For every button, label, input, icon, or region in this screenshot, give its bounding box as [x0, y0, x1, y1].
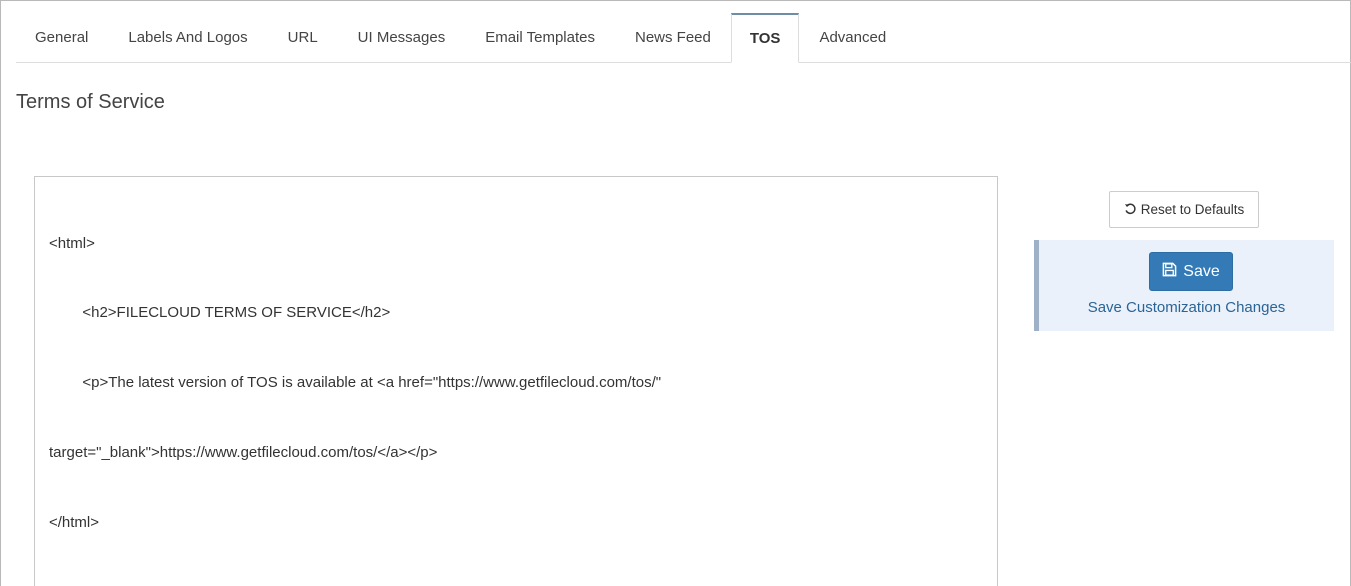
tab-ui-messages[interactable]: UI Messages [338, 13, 466, 62]
tos-html-editor[interactable]: <html> <h2>FILECLOUD TERMS OF SERVICE</h… [34, 176, 998, 586]
settings-tabs: General Labels And Logos URL UI Messages… [16, 13, 1351, 63]
editor-line: </html> [49, 514, 100, 532]
save-button[interactable]: Save [1149, 252, 1233, 291]
tab-labels-and-logos[interactable]: Labels And Logos [108, 13, 267, 62]
save-panel: Save Save Customization Changes [1034, 240, 1334, 331]
tab-tos[interactable]: TOS [730, 13, 800, 63]
floppy-disk-icon [1162, 262, 1177, 282]
editor-line: <html> [49, 234, 95, 252]
reset-label: Reset to Defaults [1140, 202, 1245, 217]
tab-news-feed[interactable]: News Feed [615, 13, 731, 62]
tab-email-templates[interactable]: Email Templates [465, 13, 615, 62]
tab-general[interactable]: General [16, 13, 108, 62]
tab-url[interactable]: URL [268, 13, 338, 62]
tab-advanced[interactable]: Advanced [799, 13, 906, 62]
save-caption: Save Customization Changes [1087, 299, 1286, 316]
editor-line: <h2>FILECLOUD TERMS OF SERVICE</h2> [49, 304, 391, 322]
reset-to-defaults-button[interactable]: Reset to Defaults [1109, 191, 1259, 228]
page-title: Terms of Service [16, 91, 165, 113]
editor-line: target="_blank">https://www.getfilecloud… [49, 444, 438, 462]
editor-line: <p>The latest version of TOS is availabl… [49, 374, 662, 392]
undo-icon [1124, 202, 1137, 218]
save-label: Save [1183, 262, 1220, 280]
